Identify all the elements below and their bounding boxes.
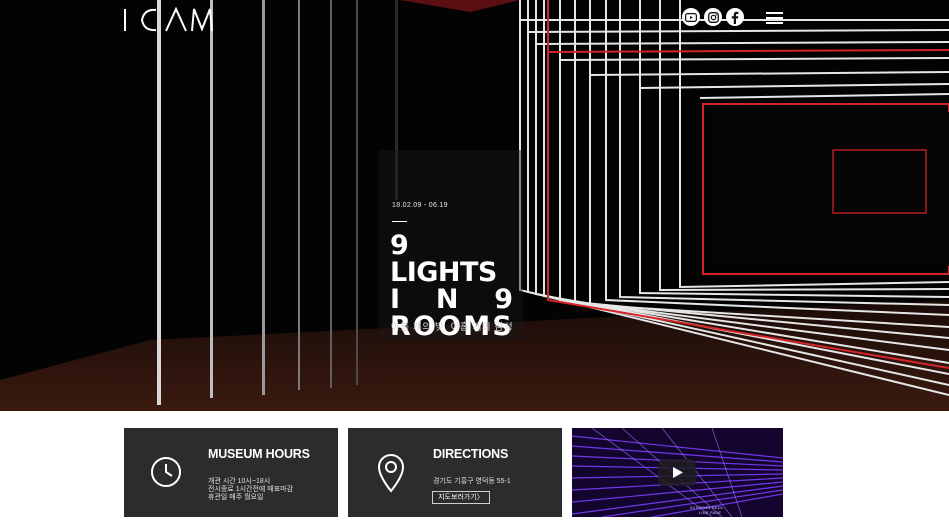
title-letter: 9: [494, 284, 513, 315]
hours-line: 전시종료 1시간전에 매표마감: [208, 486, 294, 493]
icam-logo[interactable]: [122, 7, 214, 33]
hours-line: 휴관일 매주 월요일: [208, 494, 264, 501]
video-caption-line: LINE FADE: [699, 510, 722, 515]
title-line-1: 9 LIGHTS: [390, 230, 497, 288]
hours-line: 개관 시간 10시~18시: [208, 478, 271, 485]
facebook-icon[interactable]: [726, 8, 744, 26]
youtube-icon[interactable]: [682, 8, 700, 26]
clock-icon: [151, 457, 181, 487]
exhibition-subtitle: 아홉 개의 빛, 아홉 개의 감성: [391, 322, 514, 333]
instagram-icon[interactable]: [704, 8, 722, 26]
social-links: [682, 8, 744, 26]
divider: [392, 221, 407, 222]
map-pin-icon: [377, 454, 405, 493]
page: 18.02.09 - 06.19 9 LIGHTS I N 9 ROOMS 아홉…: [0, 0, 949, 524]
video-caption: 03 ERWIN REDL LINE FADE: [690, 505, 723, 515]
exhibition-dates: 18.02.09 - 06.19: [392, 202, 448, 209]
hero-banner: 18.02.09 - 06.19 9 LIGHTS I N 9 ROOMS 아홉…: [0, 0, 949, 411]
museum-hours-heading: MUSEUM HOURS: [208, 447, 310, 461]
directions-address: 경기도 기흥구 영덕동 55-1: [433, 478, 511, 485]
museum-hours-info: 개관 시간 10시~18시 전시종료 1시간전에 매표마감 휴관일 매주 월요일: [208, 478, 293, 502]
view-map-button[interactable]: 지도보러가기〉: [432, 491, 490, 504]
title-line-2: I N 9: [390, 286, 515, 313]
title-letter: N: [435, 284, 459, 315]
directions-heading: DIRECTIONS: [433, 447, 509, 461]
play-icon: [673, 467, 683, 478]
hamburger-menu-icon[interactable]: [766, 12, 783, 24]
museum-hours-card: MUSEUM HOURS 개관 시간 10시~18시 전시종료 1시간전에 매표…: [124, 428, 338, 517]
play-button[interactable]: [658, 459, 696, 486]
title-letter: I: [390, 284, 401, 315]
